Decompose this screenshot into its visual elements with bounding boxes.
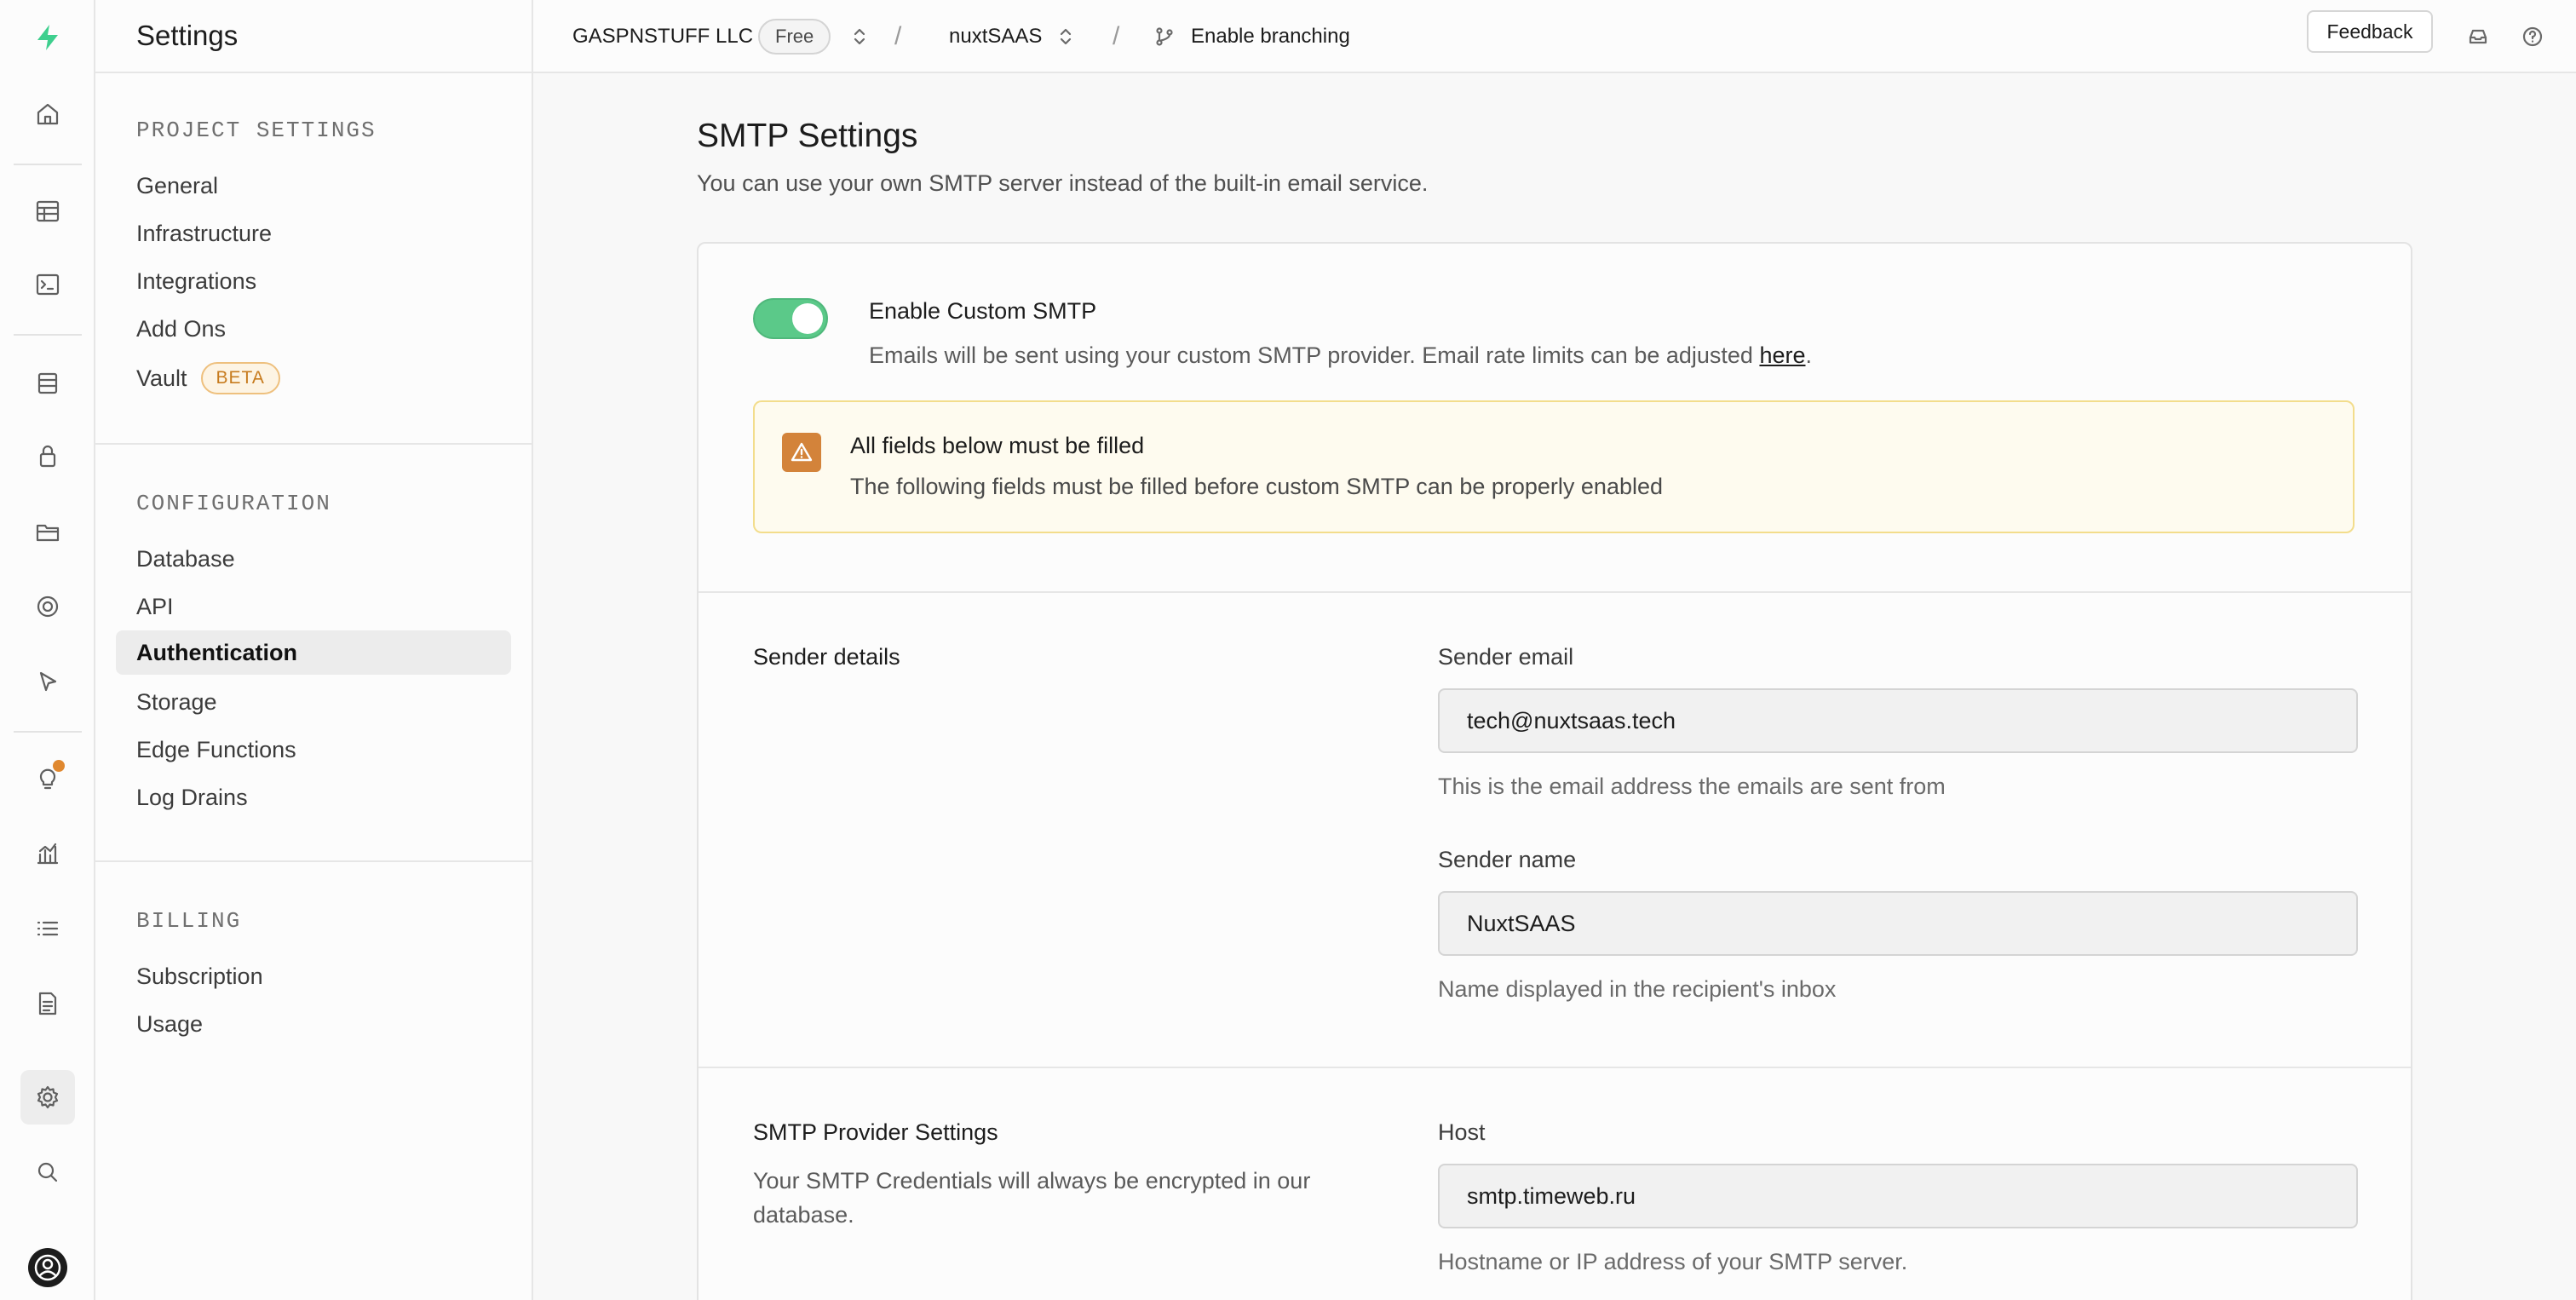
toggle-label: Enable Custom SMTP — [869, 298, 1097, 324]
chevron-updown-icon[interactable] — [848, 0, 871, 73]
enable-custom-smtp-toggle[interactable] — [753, 298, 828, 339]
rate-limits-link[interactable]: here — [1759, 342, 1805, 368]
storage-icon[interactable] — [20, 504, 75, 559]
chevron-updown-icon[interactable] — [1055, 0, 1077, 73]
sidebar-divider — [95, 860, 532, 862]
sidebar-item-infrastructure[interactable]: Infrastructure — [116, 211, 511, 256]
toggle-knob — [792, 303, 823, 334]
supabase-logo-icon[interactable] — [20, 10, 75, 65]
toggle-description-end: . — [1805, 342, 1812, 368]
table-editor-icon[interactable] — [20, 184, 75, 239]
sidebar-item-log-drains[interactable]: Log Drains — [116, 775, 511, 820]
plan-badge: Free — [758, 19, 831, 55]
sender-email-label: Sender email — [1438, 644, 1574, 670]
sidebar-item-database[interactable]: Database — [116, 537, 511, 581]
sender-name-help: Name displayed in the recipient's inbox — [1438, 976, 1837, 1002]
host-help: Hostname or IP address of your SMTP serv… — [1438, 1249, 1908, 1274]
sidebar-item-add-ons[interactable]: Add Ons — [116, 307, 511, 351]
rail-divider — [14, 164, 82, 165]
breadcrumb-separator: / — [894, 22, 902, 50]
sidebar-item-integrations[interactable]: Integrations — [116, 259, 511, 303]
section-title-configuration: CONFIGURATION — [136, 491, 331, 516]
help-icon[interactable] — [2521, 0, 2544, 73]
toggle-description: Emails will be sent using your custom SM… — [869, 342, 1812, 369]
api-docs-icon[interactable] — [20, 976, 75, 1031]
section-title-project-settings: PROJECT SETTINGS — [136, 118, 377, 143]
sidebar-item-subscription[interactable]: Subscription — [116, 954, 511, 998]
project-name[interactable]: nuxtSAAS — [949, 0, 1042, 73]
feedback-button[interactable]: Feedback — [2307, 10, 2433, 53]
org-name[interactable]: GASPNSTUFF LLC — [572, 0, 753, 73]
rail-divider — [14, 334, 82, 336]
sql-editor-icon[interactable] — [20, 257, 75, 312]
main-content: SMTP Settings You can use your own SMTP … — [535, 75, 2576, 1300]
branch-icon — [1153, 0, 1176, 73]
user-avatar-icon[interactable] — [20, 1240, 75, 1295]
sidebar-item-usage[interactable]: Usage — [116, 1002, 511, 1046]
section-title-billing: BILLING — [136, 908, 242, 934]
host-label: Host — [1438, 1119, 1486, 1145]
smtp-provider-settings-label: SMTP Provider Settings — [753, 1119, 998, 1145]
logs-icon[interactable] — [20, 901, 75, 956]
sidebar-item-edge-functions[interactable]: Edge Functions — [116, 728, 511, 772]
host-input[interactable] — [1438, 1164, 2358, 1228]
page-title: SMTP Settings — [697, 118, 918, 154]
advisors-icon[interactable] — [20, 751, 75, 806]
breadcrumb-separator: / — [1113, 22, 1120, 50]
toggle-description-text: Emails will be sent using your custom SM… — [869, 342, 1760, 368]
sidebar-item-vault[interactable]: Vault BETA — [116, 356, 511, 400]
sidebar-item-authentication[interactable]: Authentication — [116, 630, 511, 675]
sender-details-label: Sender details — [753, 644, 900, 670]
auth-icon[interactable] — [20, 429, 75, 484]
settings-sidebar: Settings PROJECT SETTINGS General Infras… — [95, 0, 533, 1300]
sidebar-item-general[interactable]: General — [116, 164, 511, 208]
realtime-icon[interactable] — [20, 579, 75, 634]
sender-email-input[interactable] — [1438, 688, 2358, 753]
settings-icon[interactable] — [20, 1070, 75, 1125]
warning-text: The following fields must be filled befo… — [850, 474, 1664, 499]
warning-callout: All fields below must be filled The foll… — [753, 400, 2355, 533]
warning-icon — [782, 433, 821, 472]
top-bar: GASPNSTUFF LLC Free / nuxtSAAS / Enable … — [533, 0, 2576, 73]
sender-name-label: Sender name — [1438, 847, 1577, 872]
edge-functions-icon[interactable] — [20, 654, 75, 709]
home-icon[interactable] — [20, 87, 75, 141]
rail-divider — [14, 731, 82, 733]
database-icon[interactable] — [20, 356, 75, 411]
sidebar-item-storage[interactable]: Storage — [116, 680, 511, 724]
smtp-provider-description: Your SMTP Credentials will always be enc… — [753, 1168, 1311, 1228]
sender-email-help: This is the email address the emails are… — [1438, 774, 1946, 799]
icon-rail — [0, 0, 95, 1300]
search-icon[interactable] — [20, 1145, 75, 1199]
sidebar-item-label: Vault — [136, 365, 187, 391]
warning-title: All fields below must be filled — [850, 433, 1145, 458]
sender-name-input[interactable] — [1438, 891, 2358, 956]
beta-badge: BETA — [200, 362, 280, 394]
card-divider — [699, 1067, 2411, 1068]
notification-dot — [53, 760, 65, 772]
smtp-settings-card: Enable Custom SMTP Emails will be sent u… — [697, 242, 2412, 1300]
reports-icon[interactable] — [20, 826, 75, 881]
page-subtitle: You can use your own SMTP server instead… — [697, 170, 1429, 196]
enable-branching-button[interactable]: Enable branching — [1191, 0, 1350, 73]
sidebar-divider — [95, 443, 532, 445]
card-divider — [699, 591, 2411, 593]
sidebar-title: Settings — [95, 0, 532, 73]
sidebar-item-api[interactable]: API — [116, 584, 511, 629]
inbox-icon[interactable] — [2467, 0, 2489, 73]
